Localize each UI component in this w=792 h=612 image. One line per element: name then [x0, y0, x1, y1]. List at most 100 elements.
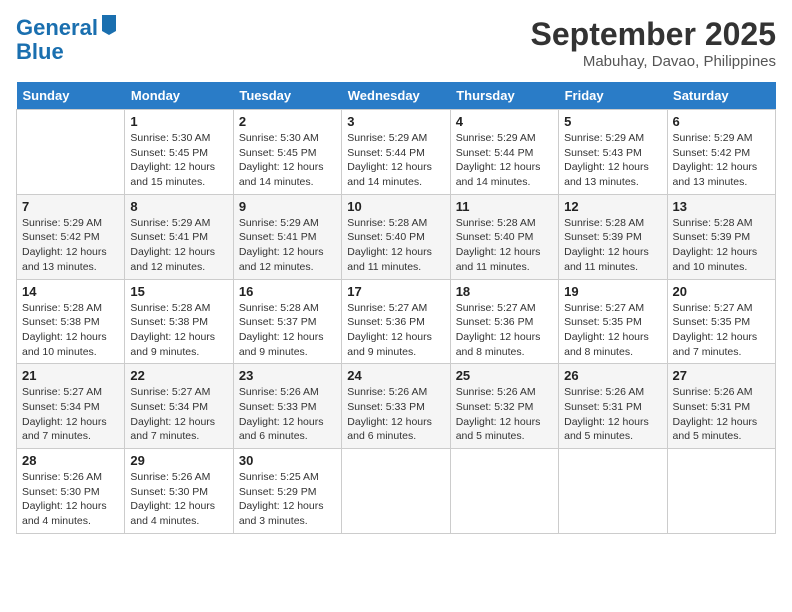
day-cell	[667, 449, 775, 534]
day-info: Sunrise: 5:29 AMSunset: 5:43 PMDaylight:…	[564, 131, 661, 190]
day-cell: 14Sunrise: 5:28 AMSunset: 5:38 PMDayligh…	[17, 279, 125, 364]
day-number: 9	[239, 199, 336, 214]
day-info: Sunrise: 5:28 AMSunset: 5:40 PMDaylight:…	[456, 216, 553, 275]
day-cell: 8 Sunrise: 5:29 AMSunset: 5:41 PMDaylight…	[125, 194, 233, 279]
day-cell: 7 Sunrise: 5:29 AMSunset: 5:42 PMDaylight…	[17, 194, 125, 279]
logo-text: General Blue	[16, 16, 118, 64]
day-number: 6	[673, 114, 770, 129]
day-info: Sunrise: 5:28 AMSunset: 5:39 PMDaylight:…	[564, 216, 661, 275]
day-number: 16	[239, 284, 336, 299]
header: General Blue September 2025 Mabuhay, Dav…	[16, 16, 776, 70]
day-cell: 21 Sunrise: 5:27 AMSunset: 5:34 PMDayligh…	[17, 364, 125, 449]
day-info: Sunrise: 5:28 AMSunset: 5:38 PMDaylight:…	[130, 301, 227, 360]
day-number: 24	[347, 368, 444, 383]
day-cell: 27 Sunrise: 5:26 AMSunset: 5:31 PMDayligh…	[667, 364, 775, 449]
day-info: Sunrise: 5:26 AMSunset: 5:33 PMDaylight:…	[239, 385, 336, 444]
day-cell: 4 Sunrise: 5:29 AMSunset: 5:44 PMDaylight…	[450, 110, 558, 195]
logo-line2: Blue	[16, 39, 64, 64]
day-info: Sunrise: 5:29 AMSunset: 5:44 PMDaylight:…	[456, 131, 553, 190]
day-info: Sunrise: 5:28 AMSunset: 5:38 PMDaylight:…	[22, 301, 119, 360]
day-number: 19	[564, 284, 661, 299]
header-row: SundayMondayTuesdayWednesdayThursdayFrid…	[17, 82, 776, 110]
location: Mabuhay, Davao, Philippines	[531, 53, 776, 70]
day-info: Sunrise: 5:28 AMSunset: 5:40 PMDaylight:…	[347, 216, 444, 275]
col-header-sunday: Sunday	[17, 82, 125, 110]
day-cell: 17 Sunrise: 5:27 AMSunset: 5:36 PMDayligh…	[342, 279, 450, 364]
day-info: Sunrise: 5:29 AMSunset: 5:41 PMDaylight:…	[239, 216, 336, 275]
day-number: 27	[673, 368, 770, 383]
month-title: September 2025	[531, 16, 776, 53]
day-number: 25	[456, 368, 553, 383]
day-number: 21	[22, 368, 119, 383]
day-number: 10	[347, 199, 444, 214]
day-info: Sunrise: 5:30 AMSunset: 5:45 PMDaylight:…	[239, 131, 336, 190]
day-info: Sunrise: 5:26 AMSunset: 5:33 PMDaylight:…	[347, 385, 444, 444]
day-number: 13	[673, 199, 770, 214]
day-number: 5	[564, 114, 661, 129]
day-info: Sunrise: 5:26 AMSunset: 5:30 PMDaylight:…	[130, 470, 227, 529]
day-cell: 10 Sunrise: 5:28 AMSunset: 5:40 PMDayligh…	[342, 194, 450, 279]
title-block: September 2025 Mabuhay, Davao, Philippin…	[531, 16, 776, 70]
week-row-5: 28 Sunrise: 5:26 AMSunset: 5:30 PMDayligh…	[17, 449, 776, 534]
col-header-monday: Monday	[125, 82, 233, 110]
day-number: 28	[22, 453, 119, 468]
day-number: 7	[22, 199, 119, 214]
day-cell: 20Sunrise: 5:27 AMSunset: 5:35 PMDayligh…	[667, 279, 775, 364]
day-info: Sunrise: 5:27 AMSunset: 5:34 PMDaylight:…	[130, 385, 227, 444]
day-info: Sunrise: 5:29 AMSunset: 5:41 PMDaylight:…	[130, 216, 227, 275]
day-cell: 18 Sunrise: 5:27 AMSunset: 5:36 PMDayligh…	[450, 279, 558, 364]
day-info: Sunrise: 5:27 AMSunset: 5:35 PMDaylight:…	[564, 301, 661, 360]
day-number: 11	[456, 199, 553, 214]
day-cell	[17, 110, 125, 195]
day-info: Sunrise: 5:26 AMSunset: 5:31 PMDaylight:…	[673, 385, 770, 444]
col-header-saturday: Saturday	[667, 82, 775, 110]
day-info: Sunrise: 5:29 AMSunset: 5:42 PMDaylight:…	[22, 216, 119, 275]
week-row-3: 14Sunrise: 5:28 AMSunset: 5:38 PMDayligh…	[17, 279, 776, 364]
day-cell: 3Sunrise: 5:29 AMSunset: 5:44 PMDaylight…	[342, 110, 450, 195]
day-cell: 28 Sunrise: 5:26 AMSunset: 5:30 PMDayligh…	[17, 449, 125, 534]
day-number: 29	[130, 453, 227, 468]
calendar-table: SundayMondayTuesdayWednesdayThursdayFrid…	[16, 82, 776, 534]
day-number: 1	[130, 114, 227, 129]
day-cell: 13Sunrise: 5:28 AMSunset: 5:39 PMDayligh…	[667, 194, 775, 279]
day-number: 20	[673, 284, 770, 299]
day-cell: 2Sunrise: 5:30 AMSunset: 5:45 PMDaylight…	[233, 110, 341, 195]
day-number: 8	[130, 199, 227, 214]
day-number: 30	[239, 453, 336, 468]
day-info: Sunrise: 5:27 AMSunset: 5:36 PMDaylight:…	[456, 301, 553, 360]
day-info: Sunrise: 5:27 AMSunset: 5:36 PMDaylight:…	[347, 301, 444, 360]
day-info: Sunrise: 5:26 AMSunset: 5:30 PMDaylight:…	[22, 470, 119, 529]
day-cell: 30 Sunrise: 5:25 AMSunset: 5:29 PMDayligh…	[233, 449, 341, 534]
day-cell: 12 Sunrise: 5:28 AMSunset: 5:39 PMDayligh…	[559, 194, 667, 279]
day-number: 17	[347, 284, 444, 299]
logo-line1: General	[16, 15, 98, 40]
day-cell: 5 Sunrise: 5:29 AMSunset: 5:43 PMDaylight…	[559, 110, 667, 195]
day-cell: 16 Sunrise: 5:28 AMSunset: 5:37 PMDayligh…	[233, 279, 341, 364]
day-cell: 19 Sunrise: 5:27 AMSunset: 5:35 PMDayligh…	[559, 279, 667, 364]
day-info: Sunrise: 5:26 AMSunset: 5:32 PMDaylight:…	[456, 385, 553, 444]
day-cell: 29 Sunrise: 5:26 AMSunset: 5:30 PMDayligh…	[125, 449, 233, 534]
logo: General Blue	[16, 16, 118, 64]
day-info: Sunrise: 5:29 AMSunset: 5:42 PMDaylight:…	[673, 131, 770, 190]
day-info: Sunrise: 5:28 AMSunset: 5:37 PMDaylight:…	[239, 301, 336, 360]
day-number: 22	[130, 368, 227, 383]
day-number: 18	[456, 284, 553, 299]
day-cell: 6 Sunrise: 5:29 AMSunset: 5:42 PMDaylight…	[667, 110, 775, 195]
day-cell: 26Sunrise: 5:26 AMSunset: 5:31 PMDayligh…	[559, 364, 667, 449]
day-info: Sunrise: 5:29 AMSunset: 5:44 PMDaylight:…	[347, 131, 444, 190]
week-row-2: 7 Sunrise: 5:29 AMSunset: 5:42 PMDaylight…	[17, 194, 776, 279]
day-cell: 1Sunrise: 5:30 AMSunset: 5:45 PMDaylight…	[125, 110, 233, 195]
week-row-1: 1 Sunrise: 5:30 AMSunset: 5:45 PMDaylight…	[17, 110, 776, 195]
day-cell: 24 Sunrise: 5:26 AMSunset: 5:33 PMDayligh…	[342, 364, 450, 449]
day-number: 4	[456, 114, 553, 129]
day-cell: 22 Sunrise: 5:27 AMSunset: 5:34 PMDayligh…	[125, 364, 233, 449]
day-number: 12	[564, 199, 661, 214]
day-number: 26	[564, 368, 661, 383]
day-info: Sunrise: 5:27 AMSunset: 5:34 PMDaylight:…	[22, 385, 119, 444]
day-cell: 9 Sunrise: 5:29 AMSunset: 5:41 PMDaylight…	[233, 194, 341, 279]
day-cell: 23Sunrise: 5:26 AMSunset: 5:33 PMDayligh…	[233, 364, 341, 449]
day-info: Sunrise: 5:25 AMSunset: 5:29 PMDaylight:…	[239, 470, 336, 529]
day-cell: 15Sunrise: 5:28 AMSunset: 5:38 PMDayligh…	[125, 279, 233, 364]
col-header-friday: Friday	[559, 82, 667, 110]
logo-icon	[100, 13, 118, 35]
